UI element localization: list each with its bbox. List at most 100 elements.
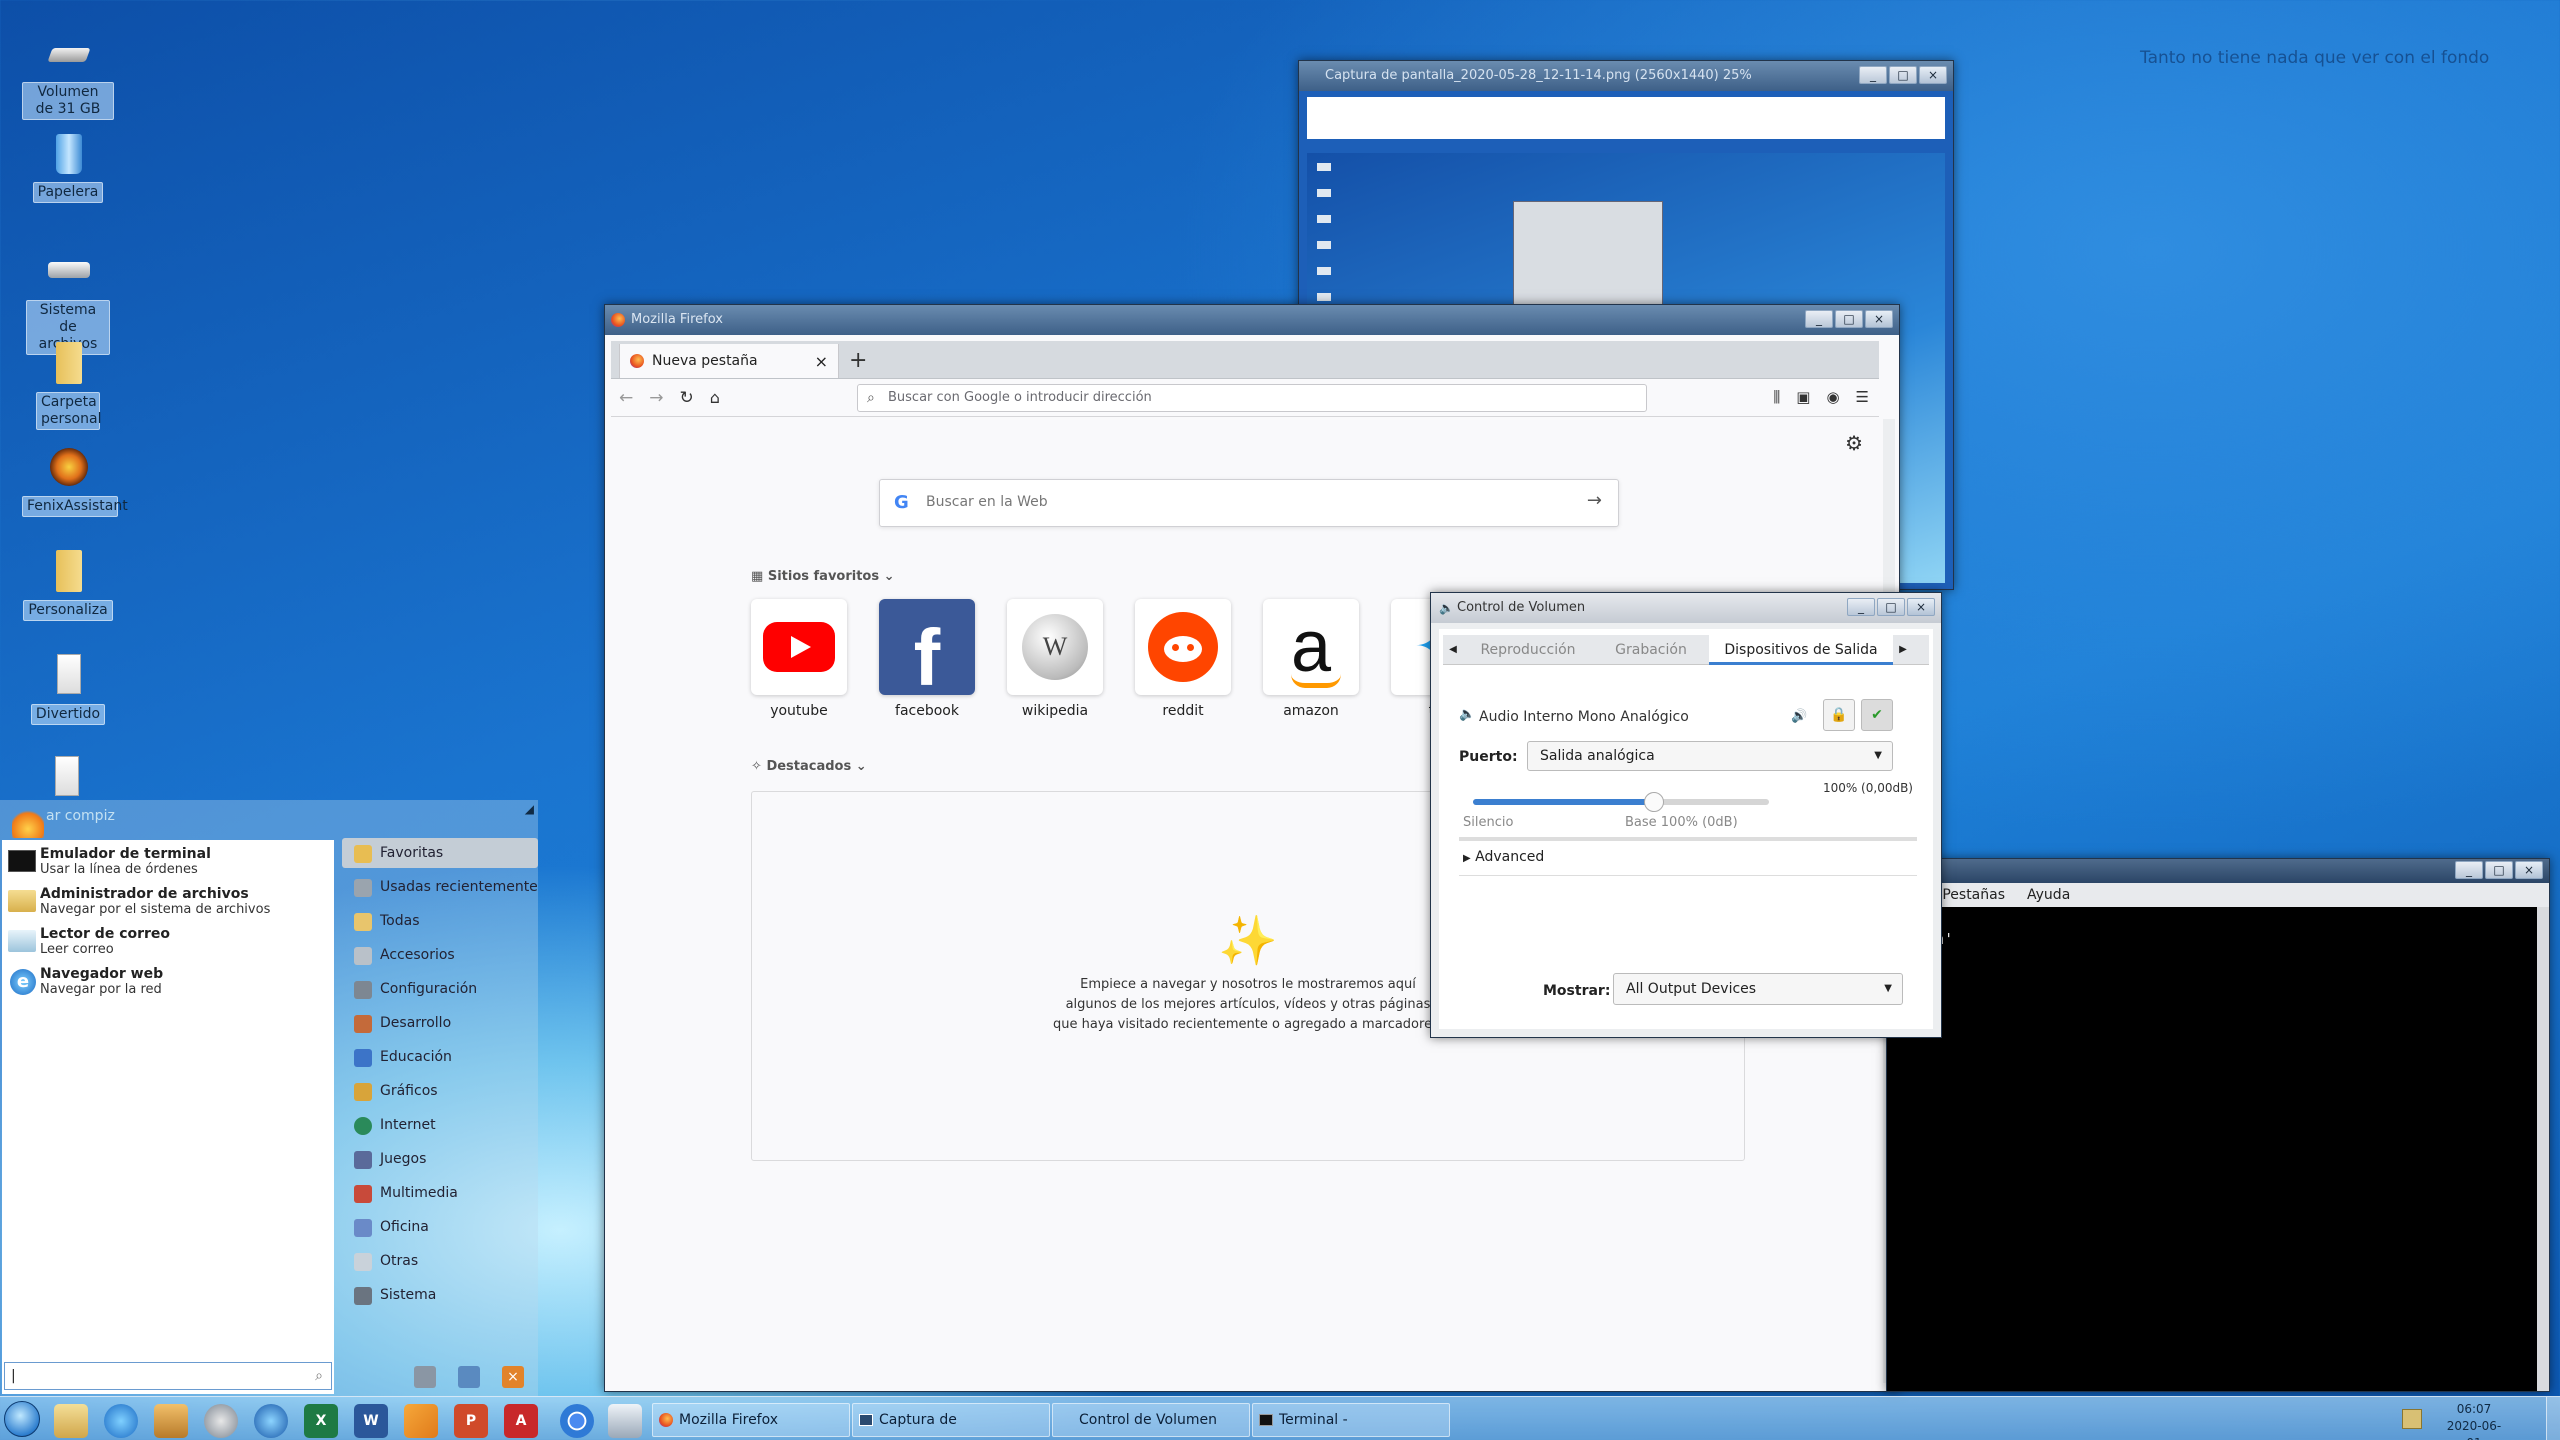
title-bar[interactable]: 🔈 Control de Volumen _ □ × (1431, 593, 1941, 623)
logout-icon[interactable]: × (502, 1366, 524, 1388)
menu-search-input[interactable]: | ⌕ (4, 1362, 332, 1390)
desktop-icon-filesystem[interactable]: Sistema de archivos (22, 248, 114, 355)
desktop-icon-personaliza[interactable]: Personaliza (22, 548, 114, 621)
title-bar[interactable]: Captura de pantalla_2020-05-28_12-11-14.… (1299, 61, 1953, 91)
lock-screen-icon[interactable] (458, 1366, 480, 1388)
close-button[interactable]: × (1907, 598, 1935, 616)
top-site-facebook[interactable]: f facebook (879, 599, 975, 719)
security-launcher-icon[interactable] (608, 1404, 642, 1438)
highlights-header[interactable]: ✧ Destacados ⌄ (751, 759, 867, 774)
category-favorites[interactable]: Favoritas (342, 838, 538, 868)
category-education[interactable]: Educación (342, 1042, 538, 1072)
desktop-icon-divertido[interactable]: Divertido (22, 652, 114, 725)
category-system[interactable]: Sistema (342, 1280, 538, 1310)
menu-tabs[interactable]: Pestañas (1942, 883, 2005, 907)
minimize-button[interactable]: _ (1847, 598, 1875, 616)
tab-recording[interactable]: Grabación (1593, 642, 1709, 658)
close-button[interactable]: × (1919, 66, 1947, 84)
maximize-button[interactable]: □ (1877, 598, 1905, 616)
media-player-launcher-icon[interactable] (254, 1404, 288, 1438)
close-button[interactable]: × (2515, 861, 2543, 879)
clock[interactable]: 06:07 2020-06-01 (2440, 1401, 2508, 1440)
top-sites-header[interactable]: ▦ Sitios favoritos ⌄ (751, 569, 895, 584)
menu-icon[interactable]: ☰ (1856, 388, 1869, 406)
maximize-button[interactable]: □ (1889, 66, 1917, 84)
word-launcher-icon[interactable]: W (354, 1404, 388, 1438)
show-select[interactable]: All Output Devices ▼ (1613, 973, 1903, 1005)
tab-output-devices[interactable]: Dispositivos de Salida (1709, 634, 1893, 665)
close-button[interactable]: × (1865, 310, 1893, 328)
menu-item-browser[interactable]: e Navegador web Navegar por la red (6, 966, 336, 997)
menu-help[interactable]: Ayuda (2027, 883, 2070, 907)
category-recent[interactable]: Usadas recientemente (342, 872, 538, 902)
back-icon[interactable]: ← (619, 388, 633, 408)
category-all[interactable]: Todas (342, 906, 538, 936)
browser-launcher-icon[interactable] (104, 1404, 138, 1438)
category-other[interactable]: Otras (342, 1246, 538, 1276)
category-development[interactable]: Desarrollo (342, 1008, 538, 1038)
account-icon[interactable]: ◉ (1826, 388, 1839, 406)
settings-launcher-icon[interactable] (204, 1404, 238, 1438)
users-launcher-icon[interactable] (154, 1404, 188, 1438)
minimize-button[interactable]: _ (1805, 310, 1833, 328)
close-tab-icon[interactable]: × (815, 352, 828, 371)
top-site-youtube[interactable]: youtube (751, 599, 847, 719)
category-office[interactable]: Oficina (342, 1212, 538, 1242)
port-select[interactable]: Salida analógica ▼ (1527, 741, 1893, 771)
new-tab-button[interactable]: + (849, 344, 867, 378)
mute-speaker-icon[interactable]: 🔊 (1791, 709, 1807, 724)
chrome-launcher-icon[interactable] (560, 1404, 594, 1438)
category-settings[interactable]: Configuración (342, 974, 538, 1004)
scrollbar[interactable] (2537, 907, 2549, 1391)
spreadsheet-launcher-icon[interactable]: X (304, 1404, 338, 1438)
title-bar[interactable]: _ □ × (1887, 859, 2549, 883)
taskbar-window-screenshot[interactable]: Captura de pantalla_202... (852, 1403, 1050, 1437)
tab-new-tab[interactable]: Nueva pestaña × (619, 344, 839, 378)
default-device-button[interactable]: ✔ (1861, 699, 1893, 731)
pdf-launcher-icon[interactable]: A (504, 1404, 538, 1438)
taskbar-window-firefox[interactable]: Mozilla Firefox (652, 1403, 850, 1437)
taskbar-window-volume[interactable]: Control de Volumen (1052, 1403, 1250, 1437)
apps-launcher-icon[interactable] (404, 1404, 438, 1438)
maximize-button[interactable]: □ (2485, 861, 2513, 879)
gear-icon[interactable]: ⚙ (1845, 431, 1863, 455)
title-bar[interactable]: Mozilla Firefox _ □ × (605, 305, 1899, 335)
category-internet[interactable]: Internet (342, 1110, 538, 1140)
volume-slider-handle[interactable] (1643, 792, 1664, 812)
files-launcher-icon[interactable] (54, 1404, 88, 1438)
category-multimedia[interactable]: Multimedia (342, 1178, 538, 1208)
library-icon[interactable]: ⫼ (1773, 388, 1780, 406)
top-site-amazon[interactable]: a amazon (1263, 599, 1359, 719)
advanced-expander[interactable]: ▶ Advanced (1463, 849, 1544, 865)
desktop-icon-volume[interactable]: Volumen de 31 GB (22, 30, 114, 120)
url-bar[interactable]: ⌕ Buscar con Google o introducir direcci… (857, 384, 1647, 412)
category-games[interactable]: Juegos (342, 1144, 538, 1174)
forward-icon[interactable]: → (649, 388, 663, 408)
web-search-box[interactable]: G Buscar en la Web → (879, 479, 1619, 527)
volume-slider[interactable] (1473, 792, 1769, 812)
tab-scroll-right-icon[interactable]: ▶ (1893, 644, 1913, 655)
show-desktop-button[interactable] (2546, 1397, 2560, 1440)
maximize-button[interactable]: □ (1835, 310, 1863, 328)
tab-scroll-left-icon[interactable]: ◀ (1443, 644, 1463, 655)
document-icon[interactable] (55, 756, 79, 796)
menu-item-file-manager[interactable]: Administrador de archivos Navegar por el … (6, 886, 336, 917)
menu-item-mail[interactable]: Lector de correo Leer correo (6, 926, 336, 957)
desktop-icon-trash[interactable]: Papelera (22, 130, 114, 203)
top-site-reddit[interactable]: reddit (1135, 599, 1231, 719)
minimize-button[interactable]: _ (2455, 861, 2483, 879)
top-site-wikipedia[interactable]: W wikipedia (1007, 599, 1103, 719)
presentation-launcher-icon[interactable]: P (454, 1404, 488, 1438)
tray-icon[interactable] (2402, 1409, 2422, 1429)
taskbar-window-terminal[interactable]: Terminal - (1252, 1403, 1450, 1437)
menu-item-terminal[interactable]: Emulador de terminal Usar la línea de órd… (6, 846, 336, 877)
volume-control-window[interactable]: 🔈 Control de Volumen _ □ × ◀ Reproducción … (1430, 592, 1942, 1038)
tab-playback[interactable]: Reproducción (1463, 642, 1593, 658)
start-button[interactable] (4, 1401, 40, 1437)
desktop-icon-home[interactable]: Carpeta personal (22, 340, 114, 430)
terminal-output[interactable]: e 'hola' (1887, 907, 2549, 953)
reload-icon[interactable]: ↻ (680, 388, 694, 408)
minimize-button[interactable]: _ (1859, 66, 1887, 84)
sidebar-icon[interactable]: ▣ (1796, 388, 1810, 406)
home-icon[interactable]: ⌂ (710, 388, 720, 407)
